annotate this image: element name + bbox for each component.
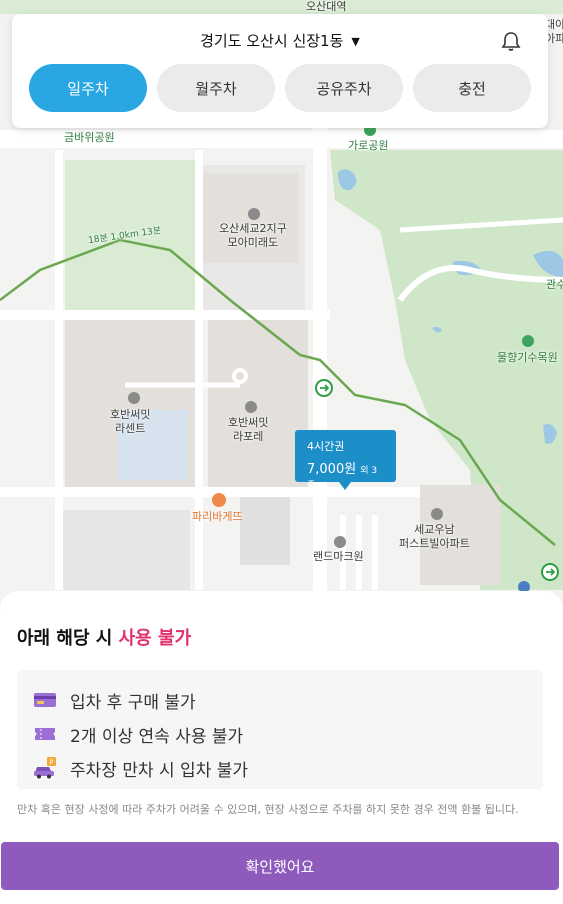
map-label-arboretum: 물향기수목원 — [497, 351, 558, 364]
ticket-icon — [35, 728, 55, 740]
marker-price: 7,000원 — [307, 462, 357, 477]
credit-card-icon — [34, 693, 56, 707]
restriction-list: 입차 후 구매 불가 2개 이상 연속 사용 불가 P 주차장 만차 시 입차 … — [17, 670, 543, 789]
tab-monthly-parking[interactable]: 월주차 — [157, 64, 275, 112]
map-label-garo-park: 가로공원 — [348, 139, 389, 152]
caret-down-icon: ▼ — [351, 35, 360, 48]
refund-note: 만차 혹은 현장 사정에 따라 주차가 어려울 수 있으며, 현장 사정으로 주… — [17, 803, 519, 816]
list-item: 입차 후 구매 불가 — [33, 683, 527, 717]
tab-shared-parking[interactable]: 공유주차 — [285, 64, 403, 112]
map-label-geumbawi-park: 금바위공원 — [64, 131, 115, 144]
top-filter-card: 경기도 오산시 신장1동 ▼ 일주차 월주차 공유주차 충전 — [12, 14, 548, 128]
parking-price-marker[interactable]: 4시간권 7,000원 외 3종 — [295, 430, 396, 491]
map-label-sekyo-woonam: 세교우남 퍼스트빌아파트 — [399, 523, 470, 550]
parking-type-tabs: 일주차 월주차 공유주차 충전 — [29, 64, 531, 112]
restriction-text: 주차장 만차 시 입차 불가 — [70, 760, 249, 781]
tab-daily-parking[interactable]: 일주차 — [29, 64, 147, 112]
map-label-station: 오산대역 — [306, 0, 347, 13]
map-label-school: 오산세교2지구 모아미래도 — [219, 222, 287, 249]
marker-ticket-label: 4시간권 — [307, 440, 345, 453]
tab-charging[interactable]: 충전 — [413, 64, 531, 112]
restriction-text: 2개 이상 연속 사용 불가 — [70, 726, 244, 747]
list-item: P 주차장 만차 시 입차 불가 — [33, 751, 527, 785]
map-label-right-edge: 관수 — [546, 278, 563, 291]
location-label: 경기도 오산시 신장1동 — [200, 32, 344, 50]
location-selector[interactable]: 경기도 오산시 신장1동 ▼ — [12, 30, 548, 51]
list-item: 2개 이상 연속 사용 불가 — [33, 717, 527, 751]
sheet-title: 아래 해당 시 사용 불가 — [17, 624, 191, 650]
svg-text:P: P — [49, 759, 53, 767]
map-label-bakery: 파리바게뜨 — [192, 510, 243, 523]
sheet-title-prefix: 아래 해당 시 — [17, 628, 113, 649]
map-label-landmark-one: 랜드마크원 — [313, 550, 364, 563]
map-label-hoban-rapore: 호반써밋 라포레 — [228, 416, 269, 443]
map-label-hoban-rasent: 호반써밋 라센트 — [110, 408, 151, 435]
sheet-title-warning: 사용 불가 — [118, 628, 192, 649]
usage-restriction-sheet: 아래 해당 시 사용 불가 입차 후 구매 불가 2개 이상 연속 사용 불가 … — [0, 591, 563, 904]
confirm-button[interactable]: 확인했어요 — [1, 842, 559, 890]
car-parking-icon: P — [34, 757, 56, 779]
bell-icon[interactable] — [500, 30, 522, 52]
restriction-text: 입차 후 구매 불가 — [70, 692, 196, 713]
